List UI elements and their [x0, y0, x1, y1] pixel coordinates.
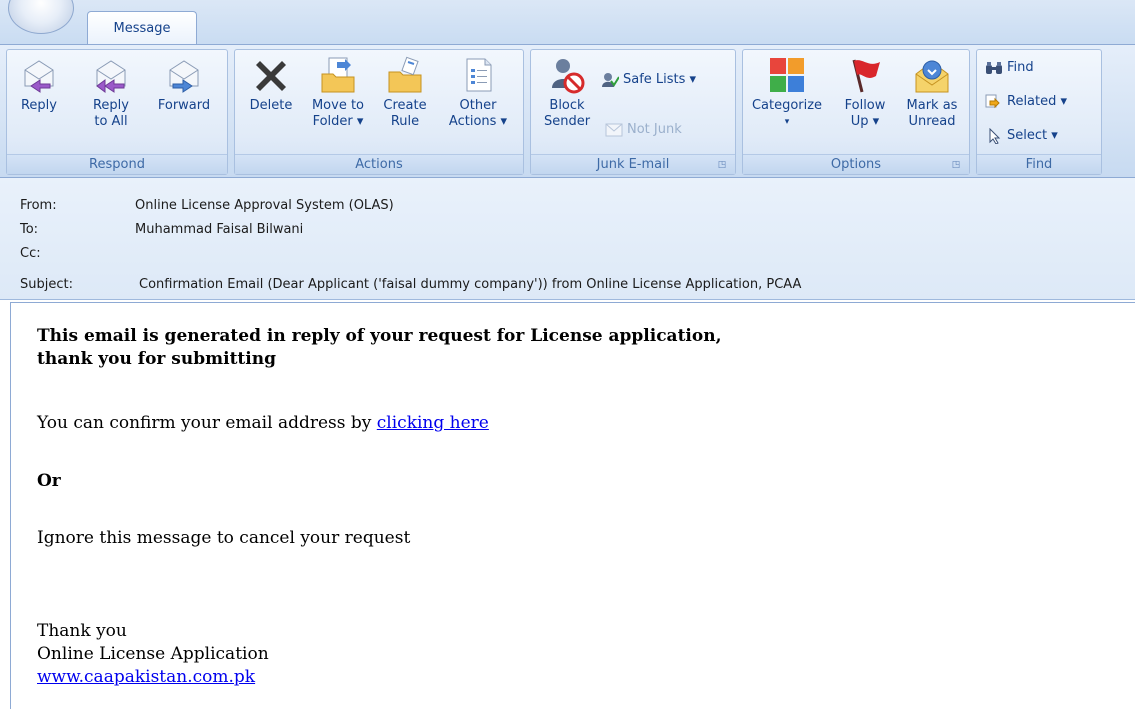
- to-value[interactable]: Muhammad Faisal Bilwani: [135, 218, 303, 242]
- forward-label: Forward: [157, 98, 211, 113]
- forward-icon: [165, 56, 203, 94]
- message-body: This email is generated in reply of your…: [10, 302, 1135, 709]
- delete-button[interactable]: Delete: [241, 56, 301, 114]
- safe-lists-icon: [601, 72, 620, 88]
- cursor-arrow-icon: [985, 127, 1003, 145]
- body-heading-line2: thank you for submitting: [37, 349, 276, 369]
- body-heading-line1: This email is generated in reply of your…: [37, 326, 722, 346]
- respond-group: Reply Reply to All Forward Respond: [6, 49, 228, 175]
- safe-lists-button[interactable]: Safe Lists ▾: [601, 70, 696, 90]
- subject-label: Subject:: [20, 277, 73, 292]
- reply-label: Reply: [20, 98, 57, 113]
- forward-button[interactable]: Forward: [151, 56, 217, 114]
- delete-icon: [252, 56, 290, 94]
- find-group: Find Related ▾ Select ▾ Find: [976, 49, 1102, 175]
- junk-email-group: Block Sender Safe Lists ▾ Not Junk Junk …: [530, 49, 736, 175]
- move-to-folder-icon: [319, 56, 357, 94]
- other-actions-button[interactable]: Other Actions ▾: [441, 56, 515, 130]
- find-group-label: Find: [977, 154, 1101, 174]
- block-sender-button[interactable]: Block Sender: [537, 56, 597, 130]
- block-sender-label-line2: Sender: [543, 114, 591, 129]
- reply-icon: [20, 56, 58, 94]
- junk-dialog-launcher-icon[interactable]: ◳: [717, 160, 727, 170]
- delete-label: Delete: [249, 98, 293, 113]
- confirm-paragraph: You can confirm your email address by cl…: [37, 413, 489, 433]
- safe-lists-label: Safe Lists ▾: [623, 72, 697, 87]
- subject-value: Confirmation Email (Dear Applicant ('fai…: [139, 277, 802, 292]
- reply-all-label-line1: Reply: [92, 98, 129, 113]
- not-junk-icon: [605, 122, 623, 138]
- cc-label: Cc:: [20, 246, 41, 261]
- block-sender-label-line1: Block: [549, 98, 585, 113]
- binoculars-icon: [985, 60, 1003, 76]
- ribbon: Reply Reply to All Forward Respond Delet…: [0, 44, 1135, 178]
- reply-all-button[interactable]: Reply to All: [85, 56, 137, 130]
- confirm-text: You can confirm your email address by: [37, 413, 377, 433]
- related-icon: [985, 94, 1003, 110]
- create-rule-label-line2: Rule: [390, 114, 420, 129]
- confirm-link[interactable]: clicking here: [377, 413, 489, 433]
- office-button[interactable]: [8, 0, 74, 34]
- create-rule-icon: [386, 56, 424, 94]
- select-button[interactable]: Select ▾: [985, 126, 1058, 146]
- select-label: Select ▾: [1007, 128, 1058, 143]
- mark-as-unread-label-line1: Mark as: [906, 98, 958, 113]
- move-to-label-line2: Folder ▾: [312, 114, 364, 129]
- mark-as-unread-label-line2: Unread: [908, 114, 956, 129]
- not-junk-button[interactable]: Not Junk: [605, 120, 682, 140]
- categorize-dropdown-arrow: ▾: [784, 117, 790, 127]
- follow-up-button[interactable]: Follow Up ▾: [835, 56, 895, 130]
- to-row: To: Muhammad Faisal Bilwani: [0, 218, 1135, 242]
- block-sender-icon: [548, 56, 586, 94]
- message-header: From: Online License Approval System (OL…: [0, 178, 1135, 300]
- create-rule-button[interactable]: Create Rule: [377, 56, 433, 130]
- find-label: Find: [1007, 60, 1034, 75]
- mark-as-unread-icon: [913, 56, 951, 94]
- signature-text: Online License Application: [37, 644, 269, 664]
- reply-button[interactable]: Reply: [13, 56, 65, 114]
- categorize-icon: [768, 56, 806, 94]
- tab-message[interactable]: Message: [87, 11, 197, 45]
- from-label: From:: [20, 198, 57, 213]
- other-actions-label-line2: Actions ▾: [448, 114, 508, 129]
- create-rule-label-line1: Create: [383, 98, 427, 113]
- subject-row: Subject: Confirmation Email (Dear Applic…: [0, 273, 1135, 297]
- reply-all-icon: [92, 56, 130, 94]
- cc-row: Cc:: [0, 242, 1135, 266]
- from-value[interactable]: Online License Approval System (OLAS): [135, 194, 394, 218]
- respond-group-label: Respond: [7, 154, 227, 174]
- junk-email-label-text: Junk E-mail: [596, 157, 670, 172]
- website-link[interactable]: www.caapakistan.com.pk: [37, 667, 255, 687]
- categorize-label: Categorize: [751, 98, 823, 113]
- find-button[interactable]: Find: [985, 58, 1034, 78]
- categorize-button[interactable]: Categorize ▾: [745, 56, 829, 130]
- mark-as-unread-button[interactable]: Mark as Unread: [899, 56, 965, 130]
- title-strip: Message: [0, 0, 1135, 45]
- reply-all-label-line2: to All: [94, 114, 128, 129]
- to-label: To:: [20, 222, 39, 237]
- other-actions-label-line1: Other: [459, 98, 497, 113]
- or-text: Or: [37, 471, 61, 491]
- from-row: From: Online License Approval System (OL…: [0, 194, 1135, 218]
- junk-email-group-label: Junk E-mail ◳: [531, 154, 735, 174]
- related-button[interactable]: Related ▾: [985, 92, 1067, 112]
- move-to-label-line1: Move to: [311, 98, 365, 113]
- actions-group-label: Actions: [235, 154, 523, 174]
- thanks-text: Thank you: [37, 621, 127, 641]
- not-junk-label: Not Junk: [627, 122, 682, 137]
- ignore-text: Ignore this message to cancel your reque…: [37, 528, 411, 548]
- follow-up-label-line2: Up ▾: [850, 114, 880, 129]
- actions-group: Delete Move to Folder ▾ Create Rule Othe…: [234, 49, 524, 175]
- options-dialog-launcher-icon[interactable]: ◳: [951, 160, 961, 170]
- related-label: Related ▾: [1007, 94, 1068, 109]
- options-group: Categorize ▾ Follow Up ▾ Mark as Unread …: [742, 49, 970, 175]
- other-actions-icon: [459, 56, 497, 94]
- options-label-text: Options: [830, 157, 882, 172]
- move-to-folder-button[interactable]: Move to Folder ▾: [305, 56, 371, 130]
- options-group-label: Options ◳: [743, 154, 969, 174]
- follow-up-flag-icon: [846, 56, 884, 94]
- follow-up-label-line1: Follow: [844, 98, 886, 113]
